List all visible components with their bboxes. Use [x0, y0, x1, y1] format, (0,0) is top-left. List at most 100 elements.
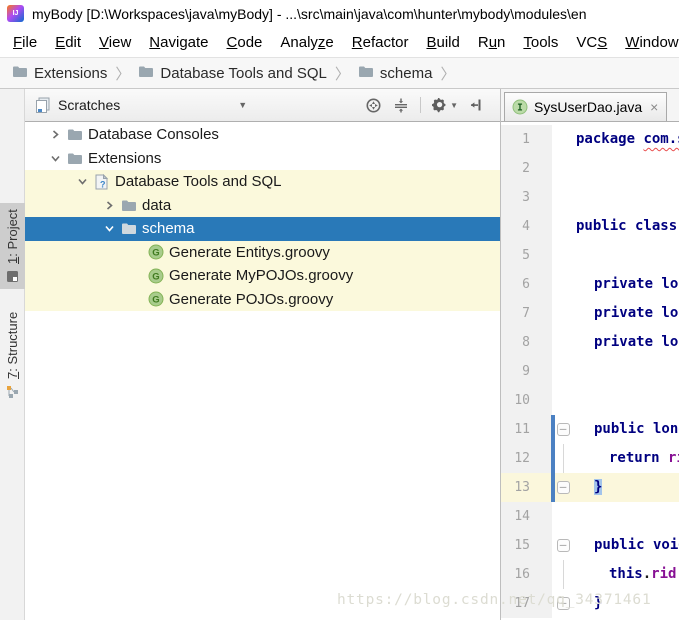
tree-item-label: Database Tools and SQL	[115, 173, 282, 191]
hide-icon[interactable]	[469, 97, 484, 113]
line-number: 15	[501, 531, 552, 560]
chevron-expanded-icon[interactable]	[101, 221, 117, 237]
line-number: 12	[501, 444, 552, 473]
tree-item-label: Generate POJOs.groovy	[169, 290, 334, 308]
menu-item[interactable]: Build	[417, 31, 468, 54]
chevron-expanded-icon[interactable]	[47, 150, 63, 166]
menu-item[interactable]: Window	[616, 31, 679, 54]
fold-end-icon[interactable]: –	[556, 597, 570, 610]
editor-line: 3	[501, 183, 679, 212]
chevron-expanded-icon[interactable]	[74, 174, 90, 190]
code-segment: package	[576, 131, 644, 147]
stripe-button-label: 7: Structure	[5, 311, 20, 379]
code-line[interactable]: public class	[574, 212, 679, 241]
breadcrumb-item[interactable]: schema	[358, 65, 432, 82]
tree-item[interactable]: schema	[25, 217, 500, 241]
code-line[interactable]: this.rid	[574, 560, 679, 589]
menu-item[interactable]: Analyze	[271, 31, 342, 54]
line-number: 13	[501, 473, 552, 502]
code-line[interactable]	[574, 154, 679, 183]
tree-item[interactable]: Database Consoles	[25, 123, 500, 147]
menu-item[interactable]: Navigate	[140, 31, 217, 54]
line-number: 7	[501, 299, 552, 328]
tree-item-label: Generate MyPOJOs.groovy	[169, 267, 354, 285]
gutter-fold-column: –	[552, 531, 574, 560]
tree-item[interactable]: G Generate Entitys.groovy	[25, 240, 500, 264]
editor-line: 8 private lon	[501, 328, 679, 357]
fold-start-icon[interactable]: –	[556, 423, 570, 436]
tree-item-label: data	[142, 196, 172, 214]
editor-line: 6 private lon	[501, 270, 679, 299]
breadcrumb: Extensions 〉 Database Tools and SQL 〉 sc…	[0, 57, 679, 89]
tree-item[interactable]: ? Database Tools and SQL	[25, 170, 500, 194]
tree-item[interactable]: G Generate POJOs.groovy	[25, 287, 500, 311]
menu-item[interactable]: VCS	[567, 31, 616, 54]
code-segment: }	[594, 595, 603, 611]
breadcrumb-separator-icon: 〉	[115, 65, 131, 83]
no-icon	[128, 268, 144, 284]
locate-icon[interactable]	[365, 97, 382, 114]
code-line[interactable]	[574, 241, 679, 270]
menu-item[interactable]: File	[4, 31, 46, 54]
code-line[interactable]	[574, 183, 679, 212]
tree-item[interactable]: G Generate MyPOJOs.groovy	[25, 264, 500, 288]
menu-item[interactable]: Code	[218, 31, 272, 54]
fold-region-line	[562, 560, 564, 589]
menu-item[interactable]: Run	[469, 31, 515, 54]
menu-item[interactable]: Edit	[46, 31, 90, 54]
breadcrumb-item[interactable]: Extensions	[12, 65, 107, 82]
code-segment: private lon	[594, 305, 679, 321]
settings-icon[interactable]: ▼	[432, 97, 458, 113]
stripe-button-project[interactable]: 1: Project	[0, 203, 25, 289]
menu-item[interactable]: Refactor	[343, 31, 418, 54]
chevron-down-icon[interactable]: ▼	[238, 100, 247, 110]
line-number: 4	[501, 212, 552, 241]
line-number: 9	[501, 357, 552, 386]
code-line[interactable]: }	[574, 473, 679, 502]
menu-item[interactable]: View	[90, 31, 140, 54]
line-number: 8	[501, 328, 552, 357]
stripe-button-structure[interactable]: 7: Structure	[0, 306, 25, 404]
menu-item[interactable]: Tools	[514, 31, 567, 54]
code-line[interactable]: return ri	[574, 444, 679, 473]
gutter-fold-column: –	[552, 473, 574, 502]
code-line[interactable]: }	[574, 589, 679, 618]
code-line[interactable]	[574, 386, 679, 415]
code-line[interactable]: private lon	[574, 328, 679, 357]
breadcrumb-separator-icon: 〉	[334, 65, 350, 83]
structure-icon	[6, 385, 19, 398]
breadcrumb-item[interactable]: Database Tools and SQL	[138, 65, 327, 82]
collapse-all-icon[interactable]	[393, 97, 409, 114]
folder-icon	[120, 197, 137, 213]
main-area: 1: Project 7: Structure Scratches ▼ ▼ Da…	[0, 89, 679, 620]
tool-window-header: Scratches ▼ ▼	[25, 89, 500, 122]
folder-icon	[66, 127, 83, 143]
code-line[interactable]: private lon	[574, 299, 679, 328]
code-line[interactable]	[574, 357, 679, 386]
line-number: 6	[501, 270, 552, 299]
code-line[interactable]: package com.s	[574, 125, 679, 154]
tree-item[interactable]: data	[25, 193, 500, 217]
fold-end-icon[interactable]: –	[556, 481, 570, 494]
editor-tab[interactable]: I SysUserDao.java ×	[504, 92, 668, 121]
tool-window-view-selector[interactable]: Scratches	[58, 97, 120, 113]
tree-item[interactable]: Extensions	[25, 147, 500, 171]
code-line[interactable]: public void	[574, 531, 679, 560]
gutter-fold-column	[552, 270, 574, 299]
chevron-collapsed-icon[interactable]	[47, 127, 63, 143]
code-line[interactable]: public long	[574, 415, 679, 444]
gutter-fold-column	[552, 212, 574, 241]
code-line[interactable]	[574, 502, 679, 531]
fold-start-icon[interactable]: –	[556, 539, 570, 552]
code-line[interactable]: private lon	[574, 270, 679, 299]
code-segment: public class	[576, 218, 679, 234]
line-number: 16	[501, 560, 552, 589]
editor-body[interactable]: 1 package com.s 2 3 4 public class 5 6 p…	[501, 122, 679, 620]
no-icon	[128, 291, 144, 307]
gutter-fold-column	[552, 183, 574, 212]
menu-bar: File Edit View Navigate Code Analyze Refactor B…	[0, 27, 679, 57]
code-segment: private lon	[594, 334, 679, 350]
svg-text:?: ?	[100, 179, 106, 189]
chevron-collapsed-icon[interactable]	[101, 197, 117, 213]
close-icon[interactable]: ×	[650, 99, 658, 115]
